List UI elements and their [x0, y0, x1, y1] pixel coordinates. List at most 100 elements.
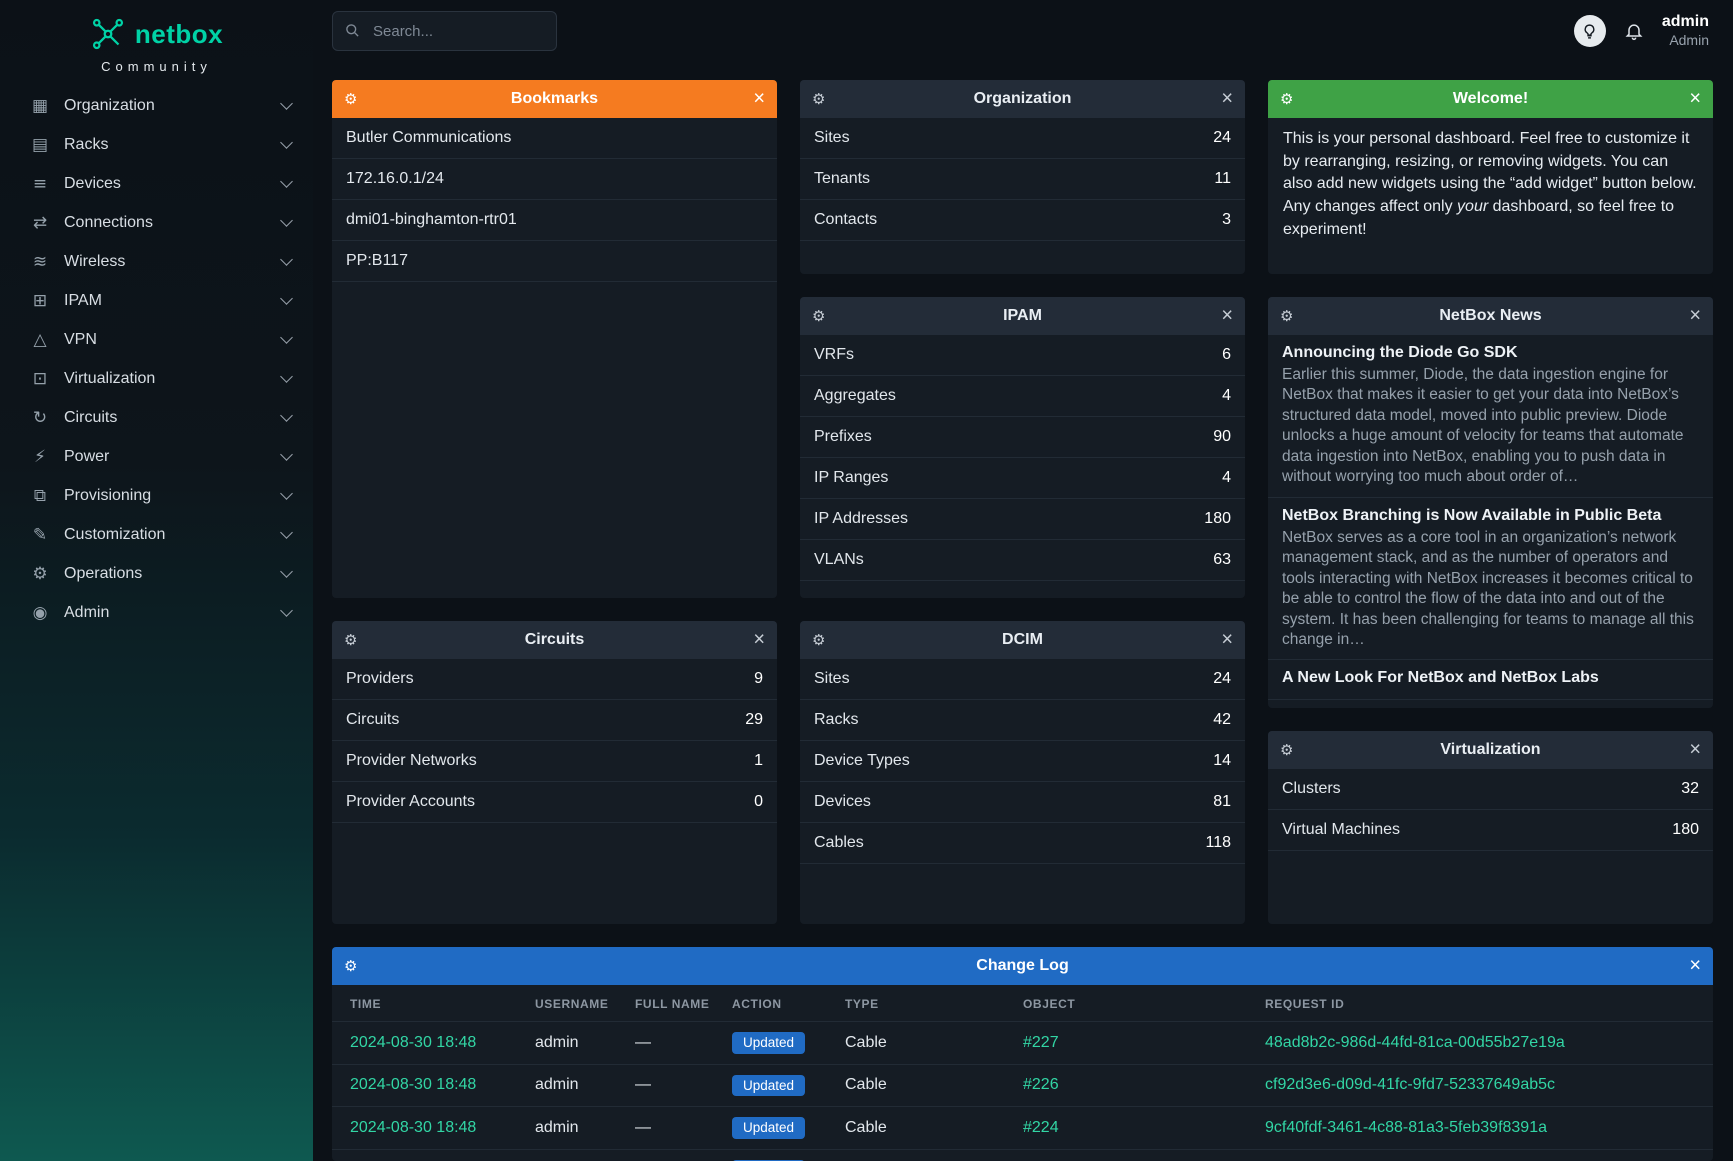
bookmark-link[interactable]: dmi01-binghamton-rtr01	[332, 200, 777, 241]
stat-label: Providers	[346, 670, 414, 688]
main-area: admin Admin ⚙ Bookmarks × Butler Communi…	[313, 0, 1733, 1161]
stat-label: IP Addresses	[814, 510, 908, 528]
changelog-time-cell: 2024-08-30 18:48	[332, 1064, 527, 1107]
close-icon[interactable]: ×	[1689, 88, 1701, 111]
close-icon[interactable]: ×	[753, 629, 765, 652]
sidebar-item-label: Organization	[64, 97, 282, 115]
sidebar-item-organization[interactable]: ▦ Organization	[0, 86, 313, 125]
search-input[interactable]	[332, 11, 557, 51]
dcim-widget: ⚙ DCIM × Sites 24 Racks 42	[800, 621, 1245, 924]
customization-icon: ✎	[28, 525, 52, 545]
changelog-time-link[interactable]: 2024-08-30 18:48	[350, 1076, 476, 1093]
sidebar-item-ipam[interactable]: ⊞ IPAM	[0, 281, 313, 320]
provisioning-icon: ⧉	[28, 486, 52, 506]
news-article-link[interactable]: Announcing the Diode Go SDK	[1282, 344, 1699, 362]
object-link[interactable]: #227	[1023, 1034, 1059, 1051]
close-icon[interactable]: ×	[1221, 629, 1233, 652]
sidebar-item-wireless[interactable]: ≋ Wireless	[0, 242, 313, 281]
wifi-icon: ≋	[28, 252, 52, 272]
news-article-link[interactable]: NetBox Branching is Now Available in Pub…	[1282, 507, 1699, 525]
user-menu[interactable]: admin Admin	[1662, 12, 1709, 50]
changelog-time-link[interactable]: 2024-08-30 18:48	[350, 1119, 476, 1136]
close-icon[interactable]: ×	[1689, 955, 1701, 978]
notifications-bell-icon[interactable]	[1624, 21, 1644, 41]
widget-title: Change Log	[976, 957, 1068, 975]
sidebar-item-vpn[interactable]: △ VPN	[0, 320, 313, 359]
brand-name[interactable]: netbox	[135, 19, 223, 50]
request-id-link[interactable]: 48ad8b2c-986d-44fd-81ca-00d55b27e19a	[1265, 1034, 1565, 1051]
chevron-down-icon	[280, 526, 293, 539]
object-link[interactable]: #226	[1023, 1076, 1059, 1093]
changelog-action-cell: Updated	[724, 1064, 837, 1107]
sidebar-item-connections[interactable]: ⇄ Connections	[0, 203, 313, 242]
sidebar-item-circuits[interactable]: ↻ Circuits	[0, 398, 313, 437]
gear-icon[interactable]: ⚙	[812, 307, 825, 325]
action-badge: Updated	[732, 1075, 805, 1097]
dashboard: ⚙ Bookmarks × Butler Communications 172.…	[313, 62, 1733, 1161]
close-icon[interactable]: ×	[1689, 305, 1701, 328]
gear-icon[interactable]: ⚙	[344, 90, 357, 108]
stat-label: Cables	[814, 834, 864, 852]
request-id-link[interactable]: cf92d3e6-d09d-41fc-9fd7-52337649ab5c	[1265, 1076, 1555, 1093]
object-link[interactable]: #224	[1023, 1119, 1059, 1136]
changelog-type-cell: Cable	[837, 1022, 1015, 1065]
column-header-username: USERNAME	[527, 985, 627, 1022]
dcim-stats: Sites 24 Racks 42 Device Types 14 Devi	[800, 659, 1245, 924]
stat-row: Cables 118	[800, 823, 1245, 864]
close-icon[interactable]: ×	[1221, 88, 1233, 111]
changelog-username-cell: admin	[527, 1107, 627, 1150]
stat-label: Prefixes	[814, 428, 872, 446]
sidebar-item-customization[interactable]: ✎ Customization	[0, 515, 313, 554]
sidebar-item-provisioning[interactable]: ⧉ Provisioning	[0, 476, 313, 515]
building-icon: ▦	[28, 96, 52, 116]
news-article-link[interactable]: A New Look For NetBox and NetBox Labs	[1282, 669, 1699, 687]
gear-icon[interactable]: ⚙	[1280, 90, 1293, 108]
bookmark-link[interactable]: 172.16.0.1/24	[332, 159, 777, 200]
close-icon[interactable]: ×	[1689, 739, 1701, 762]
widget-title: Welcome!	[1453, 90, 1528, 108]
gear-icon[interactable]: ⚙	[812, 90, 825, 108]
gear-icon[interactable]: ⚙	[344, 631, 357, 649]
organization-stats: Sites 24 Tenants 11 Contacts 3	[800, 118, 1245, 274]
gear-icon[interactable]: ⚙	[1280, 307, 1293, 325]
gear-icon[interactable]: ⚙	[344, 957, 357, 975]
stat-value: 0	[754, 793, 763, 811]
request-id-link[interactable]: 9cf40fdf-3461-4c88-81a3-5feb39f8391a	[1265, 1119, 1547, 1136]
theme-toggle-button[interactable]	[1574, 15, 1606, 47]
stat-value: 90	[1213, 428, 1231, 446]
chevron-down-icon	[280, 370, 293, 383]
changelog-object-cell: #226	[1015, 1064, 1257, 1107]
stat-row: Racks 42	[800, 700, 1245, 741]
sidebar-nav: ▦ Organization ▤ Racks ≡ Devices ⇄ Conne…	[0, 86, 313, 632]
changelog-row: 2024-08-30 18:43 admin — Updated Cable #…	[332, 1149, 1713, 1161]
chevron-down-icon	[280, 214, 293, 227]
search-icon	[345, 23, 360, 38]
sidebar-item-racks[interactable]: ▤ Racks	[0, 125, 313, 164]
changelog-requestid-cell: 48ad8b2c-986d-44fd-81ca-00d55b27e19a	[1257, 1022, 1713, 1065]
sidebar-item-label: Racks	[64, 136, 282, 154]
stat-value: 3	[1222, 211, 1231, 229]
change-log-body: TIME USERNAME FULL NAME ACTION TYPE OBJE…	[332, 985, 1713, 1161]
bookmark-link[interactable]: Butler Communications	[332, 118, 777, 159]
news-article: A New Look For NetBox and NetBox Labs	[1268, 660, 1713, 700]
sidebar-item-virtualization[interactable]: ⊡ Virtualization	[0, 359, 313, 398]
column-header-time: TIME	[332, 985, 527, 1022]
stat-label: Circuits	[346, 711, 399, 729]
gear-icon[interactable]: ⚙	[1280, 741, 1293, 759]
gear-icon[interactable]: ⚙	[812, 631, 825, 649]
sidebar-item-power[interactable]: ⚡ Power	[0, 437, 313, 476]
user-role: Admin	[1662, 32, 1709, 50]
changelog-time-link[interactable]: 2024-08-30 18:48	[350, 1034, 476, 1051]
close-icon[interactable]: ×	[1221, 305, 1233, 328]
news-article-summary: NetBox serves as a core tool in an organ…	[1282, 528, 1699, 651]
virtualization-icon: ⊡	[28, 369, 52, 389]
dashboard-column-1: ⚙ Bookmarks × Butler Communications 172.…	[332, 80, 777, 924]
stat-row: VLANs 63	[800, 540, 1245, 581]
ipam-icon: ⊞	[28, 291, 52, 311]
widget-title: NetBox News	[1439, 307, 1541, 325]
sidebar-item-devices[interactable]: ≡ Devices	[0, 164, 313, 203]
sidebar-item-operations[interactable]: ⚙ Operations	[0, 554, 313, 593]
bookmark-link[interactable]: PP:B117	[332, 241, 777, 282]
sidebar-item-admin[interactable]: ◉ Admin	[0, 593, 313, 632]
close-icon[interactable]: ×	[753, 88, 765, 111]
